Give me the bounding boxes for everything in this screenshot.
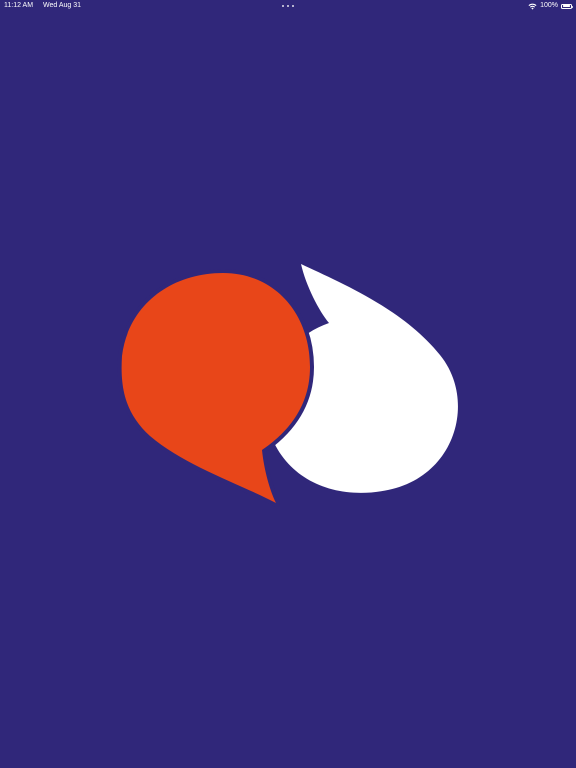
speech-bubbles-icon <box>117 264 458 507</box>
splash-screen: 11:12 AM Wed Aug 31 100% <box>0 0 576 768</box>
left-speech-bubble <box>117 269 314 507</box>
